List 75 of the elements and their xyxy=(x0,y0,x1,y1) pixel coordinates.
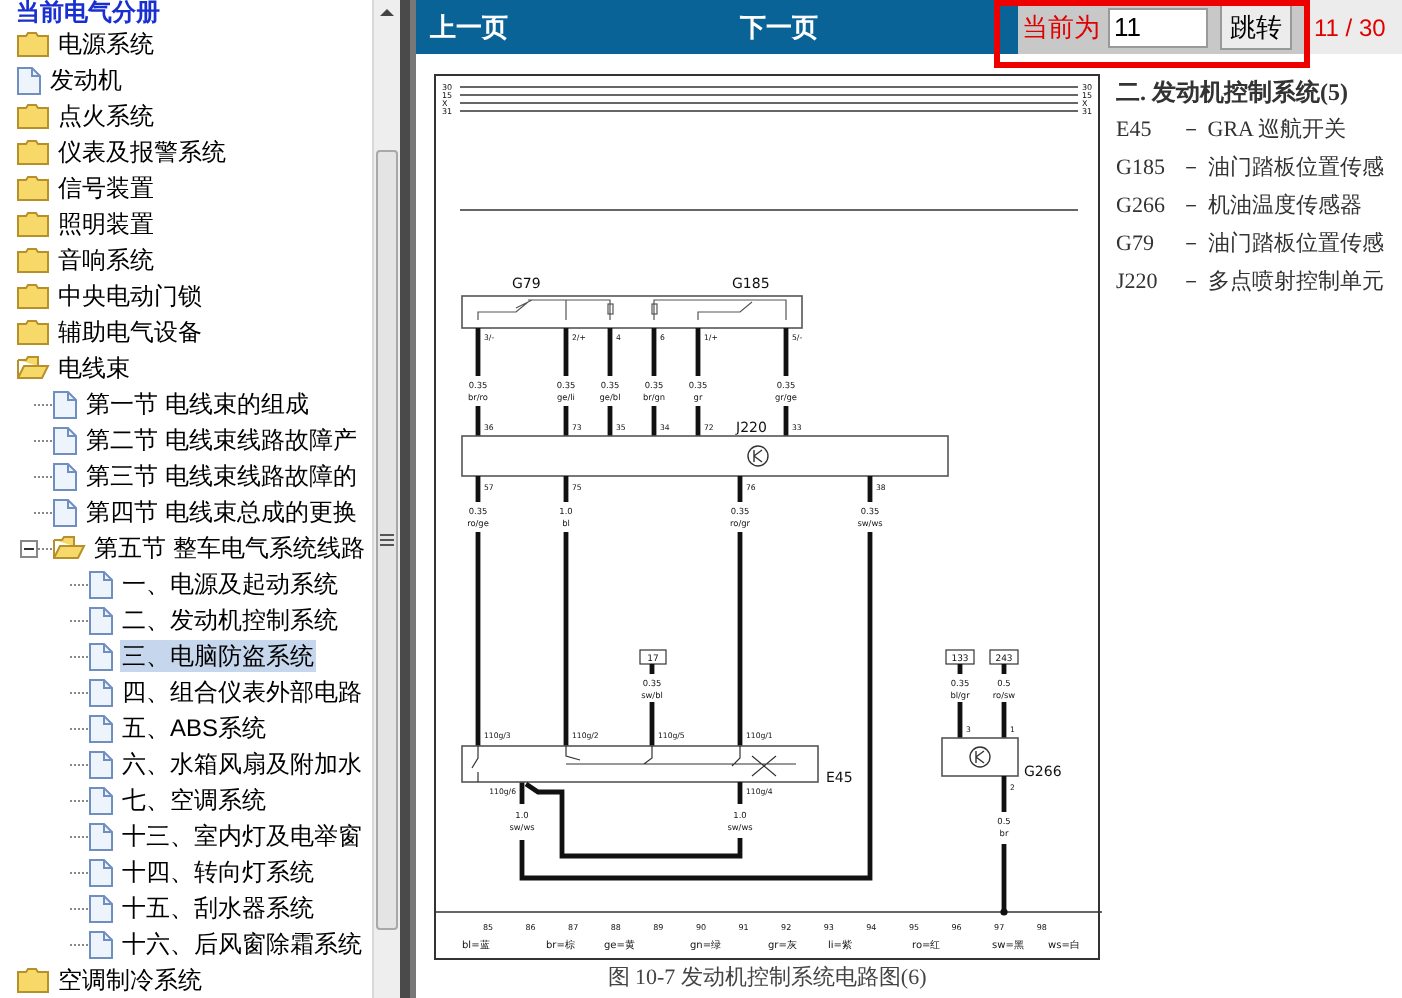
go-button[interactable]: 跳转 xyxy=(1220,4,1292,50)
tree-item[interactable]: 三、电脑防盗系统 xyxy=(120,640,316,672)
tree-item[interactable]: 辅助电气设备 xyxy=(56,316,204,348)
terminal-box xyxy=(945,649,975,665)
tree-item[interactable]: 十六、后风窗除霜系统 xyxy=(120,928,364,960)
wire xyxy=(1001,773,1007,915)
tree-item[interactable]: 中央电动门锁 xyxy=(56,280,204,312)
tree-item[interactable]: 第一节 电线束的组成 xyxy=(84,388,311,420)
legend-code: G266 xyxy=(1116,192,1167,222)
transistor-symbol-icon xyxy=(747,445,769,467)
sensor-outline xyxy=(941,737,1019,777)
current-page-label: 当前为 xyxy=(1022,9,1100,46)
tree-item[interactable]: 发动机 xyxy=(48,64,124,96)
tree-item[interactable]: 第三节 电线束线路故障的 xyxy=(84,460,359,492)
page-number-field[interactable]: 11 xyxy=(1108,7,1208,47)
tree-item[interactable]: 六、水箱风扇及附加水 xyxy=(120,748,364,780)
legend-code: E45 xyxy=(1116,116,1154,146)
junction-dot xyxy=(1000,908,1008,916)
page-icon xyxy=(88,785,114,815)
page-icon xyxy=(88,569,114,599)
tree-item[interactable]: 空调制冷系统 xyxy=(56,964,204,996)
legend-description: － 机油温度传感器 xyxy=(1180,191,1362,222)
next-page-link[interactable]: 下一页 xyxy=(740,7,818,47)
legend-title: 二. 发动机控制系统(5) xyxy=(1116,76,1350,110)
page-icon xyxy=(88,713,114,743)
tree-item[interactable]: 五、ABS系统 xyxy=(120,712,269,744)
tree-item[interactable]: 电线束 xyxy=(56,352,132,384)
page-icon xyxy=(88,641,114,671)
figure-caption: 图 10-7 发动机控制系统电路图(6) xyxy=(607,966,927,992)
legend-code: G79 xyxy=(1116,230,1156,260)
page-icon xyxy=(52,389,78,419)
tree-item[interactable]: 二、发动机控制系统 xyxy=(120,604,340,636)
tree-item[interactable]: 照明装置 xyxy=(56,208,156,240)
tree-item[interactable]: 七、空调系统 xyxy=(120,784,268,816)
page-icon xyxy=(52,425,78,455)
legend-description: － 油门踏板位置传感 xyxy=(1180,229,1384,260)
page-icon xyxy=(88,857,114,887)
tree-item[interactable]: 仪表及报警系统 xyxy=(56,136,228,168)
scrollbar-thumb[interactable] xyxy=(376,150,398,930)
page-icon xyxy=(88,677,114,707)
page-icon xyxy=(88,605,114,635)
tree-item[interactable]: 信号装置 xyxy=(56,172,156,204)
page-icon xyxy=(16,65,42,95)
terminal-box xyxy=(639,649,667,665)
tree-item[interactable]: 点火系统 xyxy=(56,100,156,132)
legend-code: G185 xyxy=(1116,154,1167,184)
tree-item[interactable]: 十三、室内灯及电举窗 xyxy=(120,820,364,852)
tree-item[interactable]: 第五节 整车电气系统线路 xyxy=(92,532,367,564)
previous-page-link[interactable]: 上一页 xyxy=(430,7,508,47)
page-icon xyxy=(88,893,114,923)
tree-item[interactable]: 第四节 电线束总成的更换 xyxy=(84,496,359,528)
page-count: 11 / 30 xyxy=(1314,11,1386,45)
tree-item[interactable]: 十四、转向灯系统 xyxy=(120,856,316,888)
page-icon xyxy=(88,821,114,851)
tree-item[interactable]: 第二节 电线束线路故障产 xyxy=(84,424,359,456)
transistor-symbol-icon xyxy=(969,746,991,768)
tree-item[interactable]: 四、组合仪表外部电路 xyxy=(120,676,364,708)
legend-description: － 多点喷射控制单元 xyxy=(1180,267,1384,298)
tree-item[interactable]: 一、电源及起动系统 xyxy=(120,568,340,600)
legend-description: － GRA 巡航开关 xyxy=(1180,115,1347,146)
open-folder-icon xyxy=(52,534,86,562)
grip-icon xyxy=(380,534,394,546)
tree-item[interactable]: 十五、刮水器系统 xyxy=(120,892,316,924)
scrollbar[interactable] xyxy=(372,0,400,998)
terminal-box xyxy=(989,649,1019,665)
tree-title: 当前电气分册 xyxy=(14,0,162,26)
tree-item[interactable]: 音响系统 xyxy=(56,244,156,276)
legend-code: J220 xyxy=(1116,268,1160,298)
page-icon xyxy=(52,497,78,527)
page-icon xyxy=(52,461,78,491)
collapse-icon[interactable] xyxy=(20,540,38,558)
legend-description: － 油门踏板位置传感 xyxy=(1180,153,1384,184)
tree-item[interactable]: 电源系统 xyxy=(56,28,156,60)
page-icon xyxy=(88,749,114,779)
page-icon xyxy=(88,929,114,959)
